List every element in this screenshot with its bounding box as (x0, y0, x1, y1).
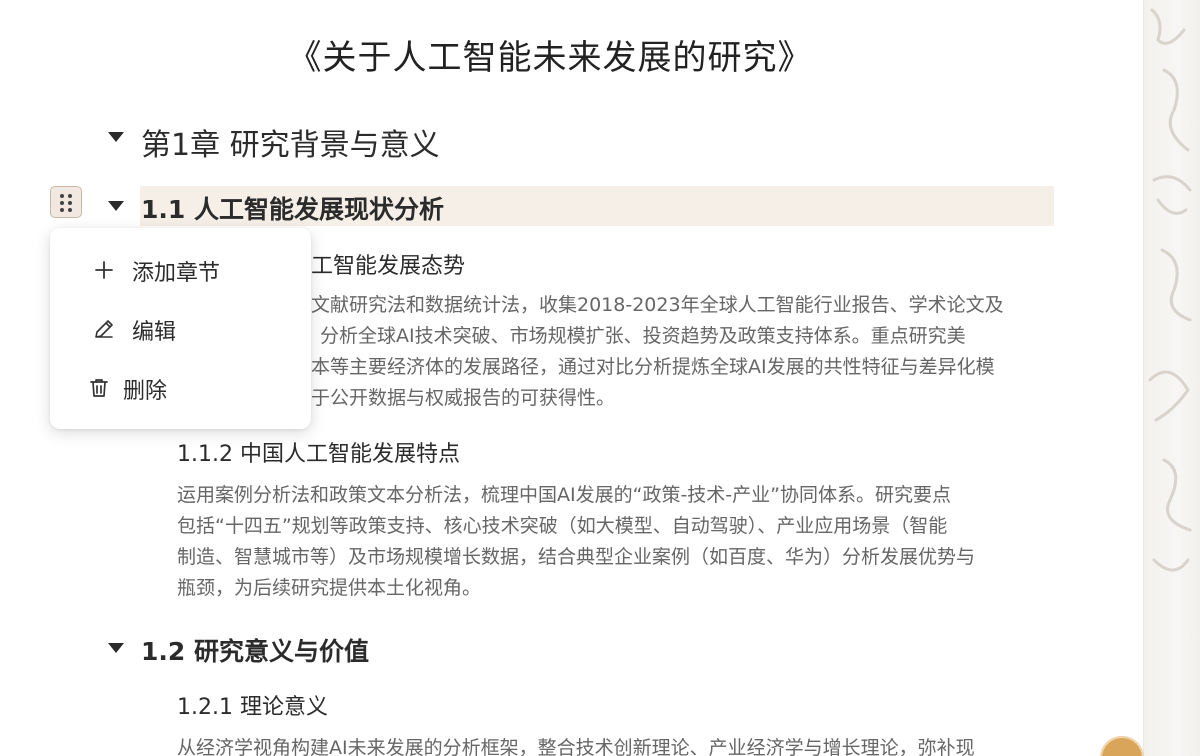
add-section-menu-item[interactable]: 添加章节 (50, 245, 311, 295)
delete-menu-item[interactable]: 删除 (50, 363, 311, 413)
edit-menu-item[interactable]: 编辑 (50, 304, 311, 354)
subsection-heading: 1.1.2 中国人工智能发展特点 (177, 442, 460, 467)
paragraph-line: 本等主要经济体的发展路径，通过对比分析提炼全球AI发展的共性特征与差异化模 (311, 356, 995, 378)
collapse-caret-icon[interactable] (108, 201, 124, 211)
section-heading: 1.2 研究意义与价值 (141, 637, 369, 666)
menu-item-label: 编辑 (132, 320, 177, 345)
plus-icon (92, 258, 116, 282)
paragraph-line: 分析全球AI技术突破、市场规模扩张、投资趋势及政策支持体系。重点研究美 (320, 325, 966, 347)
paragraph-line: 制造、智慧城市等）及市场规模增长数据，结合典型企业案例（如百度、华为）分析发展优… (177, 546, 976, 568)
section-heading: 1.1 人工智能发展现状分析 (141, 195, 444, 224)
menu-item-label: 添加章节 (132, 261, 221, 286)
subsection-heading: 工智能发展态势 (311, 254, 466, 279)
collapse-caret-icon[interactable] (108, 132, 124, 142)
context-menu: 添加章节 编辑 删除 (50, 228, 311, 429)
drag-handle-icon[interactable] (50, 186, 82, 218)
paragraph-line: 瓶颈，为后续研究提供本土化视角。 (177, 577, 482, 599)
collapse-caret-icon[interactable] (108, 643, 124, 653)
paragraph-line: 于公开数据与权威报告的可获得性。 (311, 387, 616, 409)
paragraph: 从经济学视角构建AI未来发展的分析框架，整合技术创新理论、产业经济学与增长理论，… (177, 733, 975, 756)
calligraphy-decoration (1143, 0, 1200, 756)
paragraph-line: 从经济学视角构建AI未来发展的分析框架，整合技术创新理论、产业经济学与增长理论，… (177, 737, 975, 756)
paragraph: 文献研究法和数据统计法，收集2018-2023年全球人工智能行业报告、学术论文及… (311, 290, 1004, 414)
subsection-heading: 1.2.1 理论意义 (177, 695, 328, 720)
paragraph-line: 文献研究法和数据统计法，收集2018-2023年全球人工智能行业报告、学术论文及 (311, 294, 1004, 316)
trash-icon (87, 376, 111, 400)
assistant-badge-icon[interactable] (1100, 736, 1144, 756)
paragraph-line: 包括“十四五”规划等政策支持、核心技术突破（如大模型、自动驾驶）、产业应用场景（… (177, 515, 948, 537)
paragraph-line: 运用案例分析法和政策文本分析法，梳理中国AI发展的“政策-技术-产业”协同体系。… (177, 484, 952, 506)
menu-item-label: 删除 (123, 379, 168, 404)
chapter-heading: 第1章 研究背景与意义 (141, 128, 440, 163)
calligraphy-brush-strokes (1148, 8, 1192, 572)
document-page: 《关于人工智能未来发展的研究》 第1章 研究背景与意义 1.1 人工智能发展现状… (0, 0, 1200, 756)
document-title: 《关于人工智能未来发展的研究》 (287, 38, 813, 78)
paragraph: 运用案例分析法和政策文本分析法，梳理中国AI发展的“政策-技术-产业”协同体系。… (177, 480, 975, 604)
pencil-icon (92, 317, 116, 341)
